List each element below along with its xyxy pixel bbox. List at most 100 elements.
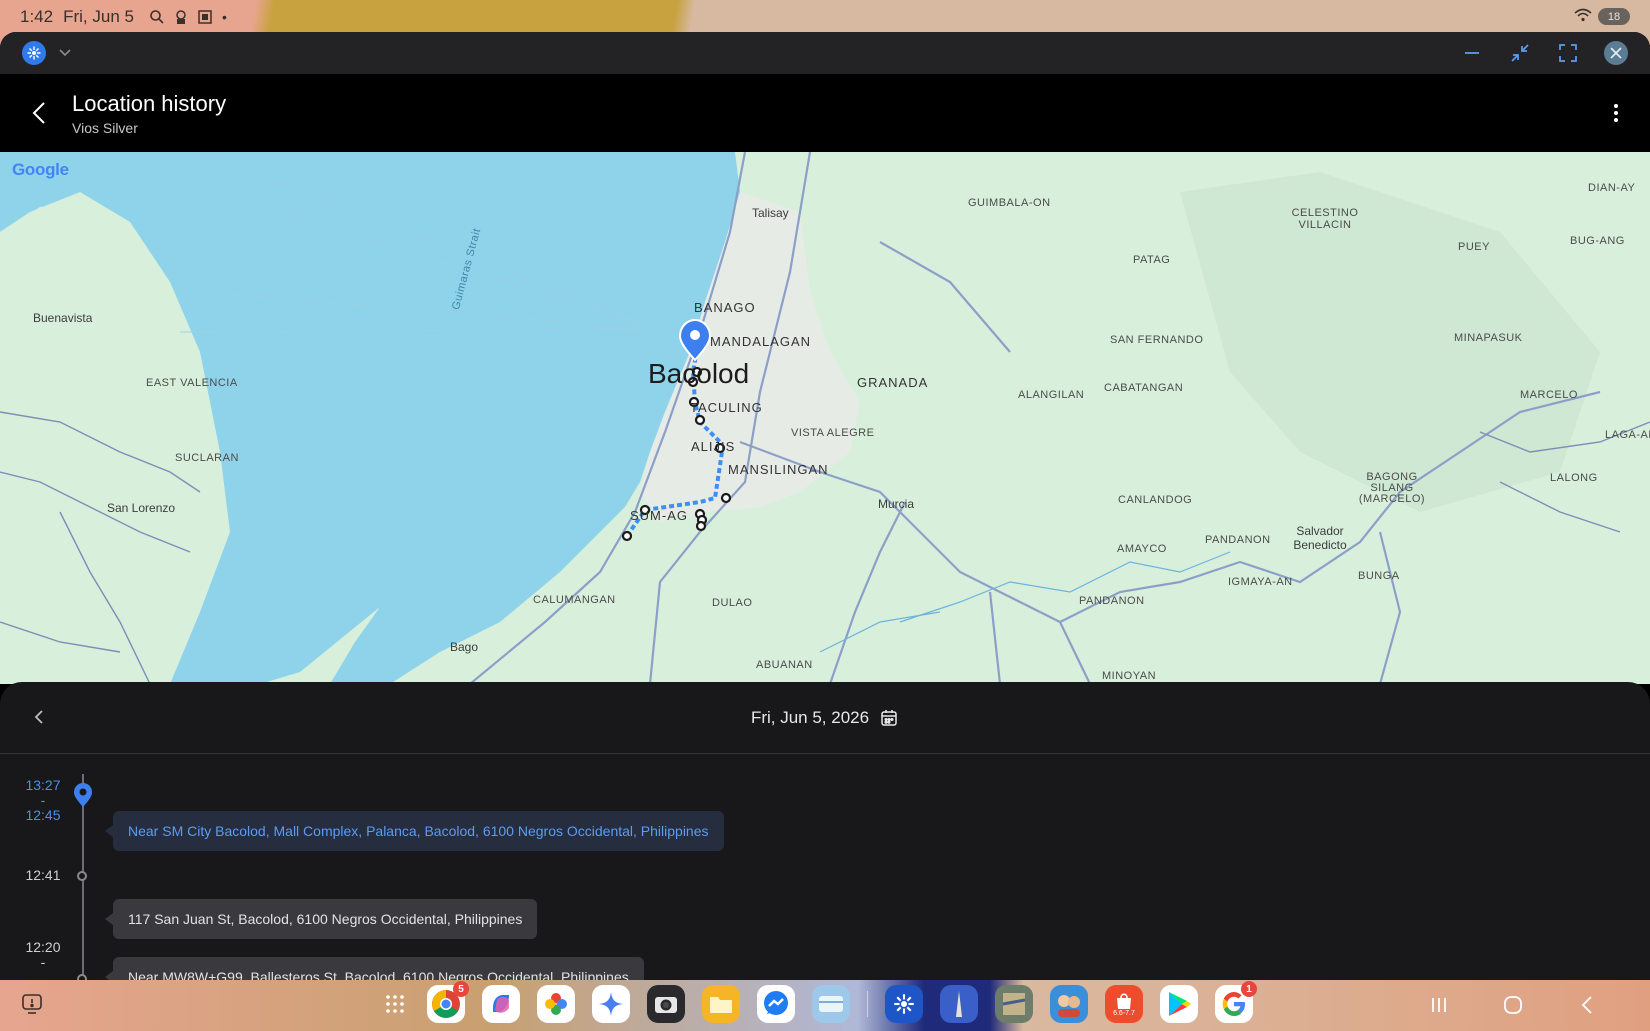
map-canvas [0,152,1650,684]
copilot-icon[interactable] [482,985,520,1023]
map-label: IGMAYA-AN [1228,576,1293,588]
timeline-node [77,871,87,881]
map-label: MINAPASUK [1454,332,1523,344]
map-label: PATAG [1133,254,1171,266]
recents-nav-icon[interactable] [1426,992,1452,1018]
camera-icon[interactable] [647,985,685,1023]
map-label: MANDALAGAN [710,334,812,349]
app-bar: Location history Vios Silver [0,74,1650,152]
search-tag-icon [148,8,166,26]
back-arrow-icon[interactable] [26,100,52,126]
map-label: VISTA ALEGRE [791,427,875,439]
battery-indicator: 18 [1598,8,1630,25]
map-label: ABUANAN [756,659,813,671]
entry-time: 12:41 [25,867,61,883]
collapse-icon[interactable] [1508,41,1532,65]
map-label: CELESTINO VILLACIN [1291,207,1359,231]
page-title: Location history [72,90,227,116]
gemini-icon[interactable] [592,985,630,1023]
map-label: MARCELO [1520,389,1578,401]
map-label: Buenavista [33,311,93,325]
address-bubble[interactable]: Near SM City Bacolod, Mall Complex, Pala… [105,811,724,851]
wifi-icon [1574,7,1592,27]
map-label: BUNGA [1358,570,1400,582]
lock-person-icon [172,8,190,26]
map-label: ALIJIS [691,439,736,454]
map-label: SAN FERNANDO [1110,334,1204,346]
map-label: Salvador Benedicto [1293,524,1347,552]
entry-time: 12:20 - [25,939,61,970]
address-bubble[interactable]: Near MW8W+G99, Ballesteros St, Bacolod, … [105,957,644,980]
status-bar: 1:42 Fri, Jun 5 • 18 [0,0,1650,33]
family-app-icon[interactable] [1050,985,1088,1023]
status-time: 1:42 [20,6,54,26]
play-store-icon[interactable] [1160,985,1198,1023]
location-pin-icon [74,783,92,807]
selected-date[interactable]: Fri, Jun 5, 2026 [751,708,869,728]
google-logo: Google [12,160,69,179]
map-label: SUM-AG [630,508,688,523]
back-nav-icon[interactable] [1574,992,1600,1018]
entry-time: 13:27 - 12:45 [25,777,61,823]
map-label: SUCLARAN [175,452,239,464]
map-label: EAST VALENCIA [146,377,238,389]
map-label: LAGA-AN [1605,429,1650,441]
history-sheet: Fri, Jun 5, 2026 13:27 - 12:45 Near SM C… [0,682,1650,980]
map-label: CALUMANGAN [533,594,616,606]
smartthings-icon[interactable] [885,985,923,1023]
map-label: PUEY [1458,241,1490,253]
map-label: AMAYCO [1117,543,1167,555]
minimize-icon[interactable] [1460,41,1484,65]
messenger-icon[interactable] [757,985,795,1023]
photos-icon[interactable] [537,985,575,1023]
fullscreen-icon[interactable] [1556,41,1580,65]
map-label: ALANGILAN [1018,389,1085,401]
map-view[interactable]: Google Talisay GUIMBALA-ON CELESTINO VIL… [0,152,1650,684]
map-label: MINOYAN [1102,670,1157,682]
app-window: Location history Vios Silver Google Tali… [0,32,1650,980]
wallet-icon[interactable] [812,985,850,1023]
map-app-icon[interactable] [995,985,1033,1023]
map-label-city: Bacolod [648,358,750,389]
map-label: BUG-ANG [1570,235,1625,247]
map-label: BANAGO [694,300,756,315]
map-label: DULAO [712,597,753,609]
map-label: Talisay [752,206,789,220]
smartthings-icon[interactable] [22,41,46,65]
device-name: Vios Silver [72,119,138,136]
map-label: San Lorenzo [107,501,176,515]
map-label: PANDANON [1205,534,1271,546]
map-label: Murcia [878,497,915,511]
notification-badge: 1 [1241,981,1257,997]
map-label: GUIMBALA-ON [968,197,1051,209]
close-icon[interactable] [1604,41,1628,65]
previous-day-icon[interactable] [26,704,52,730]
window-caption-bar [0,32,1650,74]
map-label: Bago [450,640,479,654]
map-label: GRANADA [857,375,929,390]
map-label: LALONG [1550,472,1598,484]
app-drawer-icon[interactable] [380,985,410,1023]
taskbar-separator [867,991,868,1017]
date-selector: Fri, Jun 5, 2026 [0,682,1650,754]
map-label: MANSILINGAN [728,462,829,477]
shopee-icon[interactable]: 6.6-7.7 [1105,985,1143,1023]
more-options-icon[interactable] [1602,99,1630,127]
recent-apps-panel-icon[interactable] [20,992,44,1016]
map-label: TACULING [690,400,763,415]
screenshot-icon [196,8,214,26]
home-nav-icon[interactable] [1500,992,1526,1018]
notification-badge: 5 [453,981,469,997]
chrome-icon[interactable]: 5 [427,981,469,1023]
status-date: Fri, Jun 5 [63,6,134,26]
calendar-icon[interactable] [879,708,899,728]
map-label: BAGONG SILANG (MARCELO) [1358,471,1426,505]
chevron-down-icon[interactable] [58,48,72,58]
tower-app-icon[interactable] [940,985,978,1023]
map-label: PANDANON [1079,595,1145,607]
address-bubble[interactable]: 117 San Juan St, Bacolod, 6100 Negros Oc… [104,899,538,939]
google-icon[interactable]: 1 [1215,981,1257,1023]
files-icon[interactable] [702,985,740,1023]
taskbar: 5 6.6-7.7 1 [0,980,1650,1031]
map-label: CABATANGAN [1104,382,1184,394]
